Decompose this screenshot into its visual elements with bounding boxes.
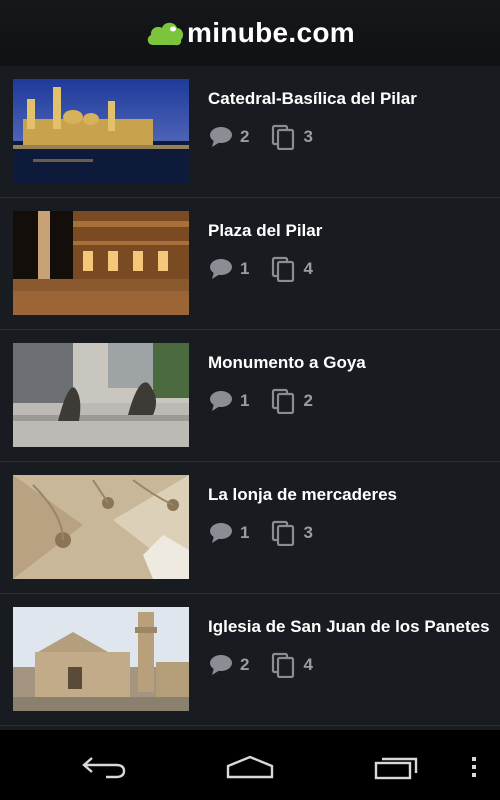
comment-bubble-icon — [210, 391, 232, 411]
photos-count: 4 — [303, 655, 313, 674]
place-title[interactable]: Plaza del Pilar — [208, 221, 498, 241]
overflow-menu-button[interactable] — [444, 750, 500, 784]
photos-stack-icon — [272, 520, 295, 546]
place-photo — [13, 79, 189, 183]
cloud-logo-icon — [147, 22, 184, 46]
comment-bubble-icon — [210, 127, 232, 147]
place-title[interactable]: La lonja de mercaderes — [208, 485, 498, 505]
list-item[interactable]: Monumento a Goya 1 2 — [0, 330, 500, 462]
recent-apps-icon — [374, 757, 418, 780]
place-title[interactable]: Monumento a Goya — [208, 353, 498, 373]
place-photo — [13, 607, 189, 711]
comments-count: 1 — [240, 259, 250, 278]
place-photo — [13, 475, 189, 579]
app-header: minube.com — [0, 0, 500, 66]
list-item[interactable]: La lonja de mercaderes 1 3 — [0, 462, 500, 594]
comment-bubble-icon — [210, 259, 232, 279]
place-stats: 1 4 — [208, 254, 335, 284]
comments-count: 1 — [240, 391, 250, 410]
overflow-menu-icon — [472, 757, 476, 777]
photos-count: 2 — [303, 391, 313, 410]
place-stats: 1 2 — [208, 386, 335, 416]
comments-count: 2 — [240, 127, 250, 146]
photos-count: 4 — [303, 259, 313, 278]
minube-logo[interactable]: minube.com — [145, 17, 355, 49]
back-icon — [82, 757, 126, 779]
comments-count: 1 — [240, 523, 250, 542]
photos-count: 3 — [303, 127, 313, 146]
place-title[interactable]: Catedral-Basílica del Pilar — [208, 89, 498, 109]
back-button[interactable] — [74, 750, 134, 784]
photos-stack-icon — [272, 256, 295, 282]
home-icon — [226, 755, 274, 779]
list-item[interactable]: Catedral-Basílica del Pilar 2 3 — [0, 66, 500, 198]
list-item[interactable]: Iglesia de San Juan de los Panetes 2 4 — [0, 594, 500, 726]
photos-count: 3 — [303, 523, 313, 542]
photos-stack-icon — [272, 124, 295, 150]
place-title[interactable]: Iglesia de San Juan de los Panetes — [208, 617, 498, 637]
comment-bubble-icon — [210, 523, 232, 543]
system-nav-bar — [0, 730, 500, 800]
places-list[interactable]: Catedral-Basílica del Pilar 2 3 Plaza de… — [0, 66, 500, 730]
photos-stack-icon — [272, 652, 295, 678]
comments-count: 2 — [240, 655, 250, 674]
photos-stack-icon — [272, 388, 295, 414]
place-photo — [13, 343, 189, 447]
place-stats: 2 3 — [208, 122, 335, 152]
place-photo — [13, 211, 189, 315]
home-button[interactable] — [220, 750, 280, 784]
list-item[interactable]: Plaza del Pilar 1 4 — [0, 198, 500, 330]
place-stats: 2 4 — [208, 650, 335, 680]
logo-text: minube.com — [187, 17, 355, 48]
recent-apps-button[interactable] — [366, 750, 426, 784]
place-stats: 1 3 — [208, 518, 335, 548]
comment-bubble-icon — [210, 655, 232, 675]
